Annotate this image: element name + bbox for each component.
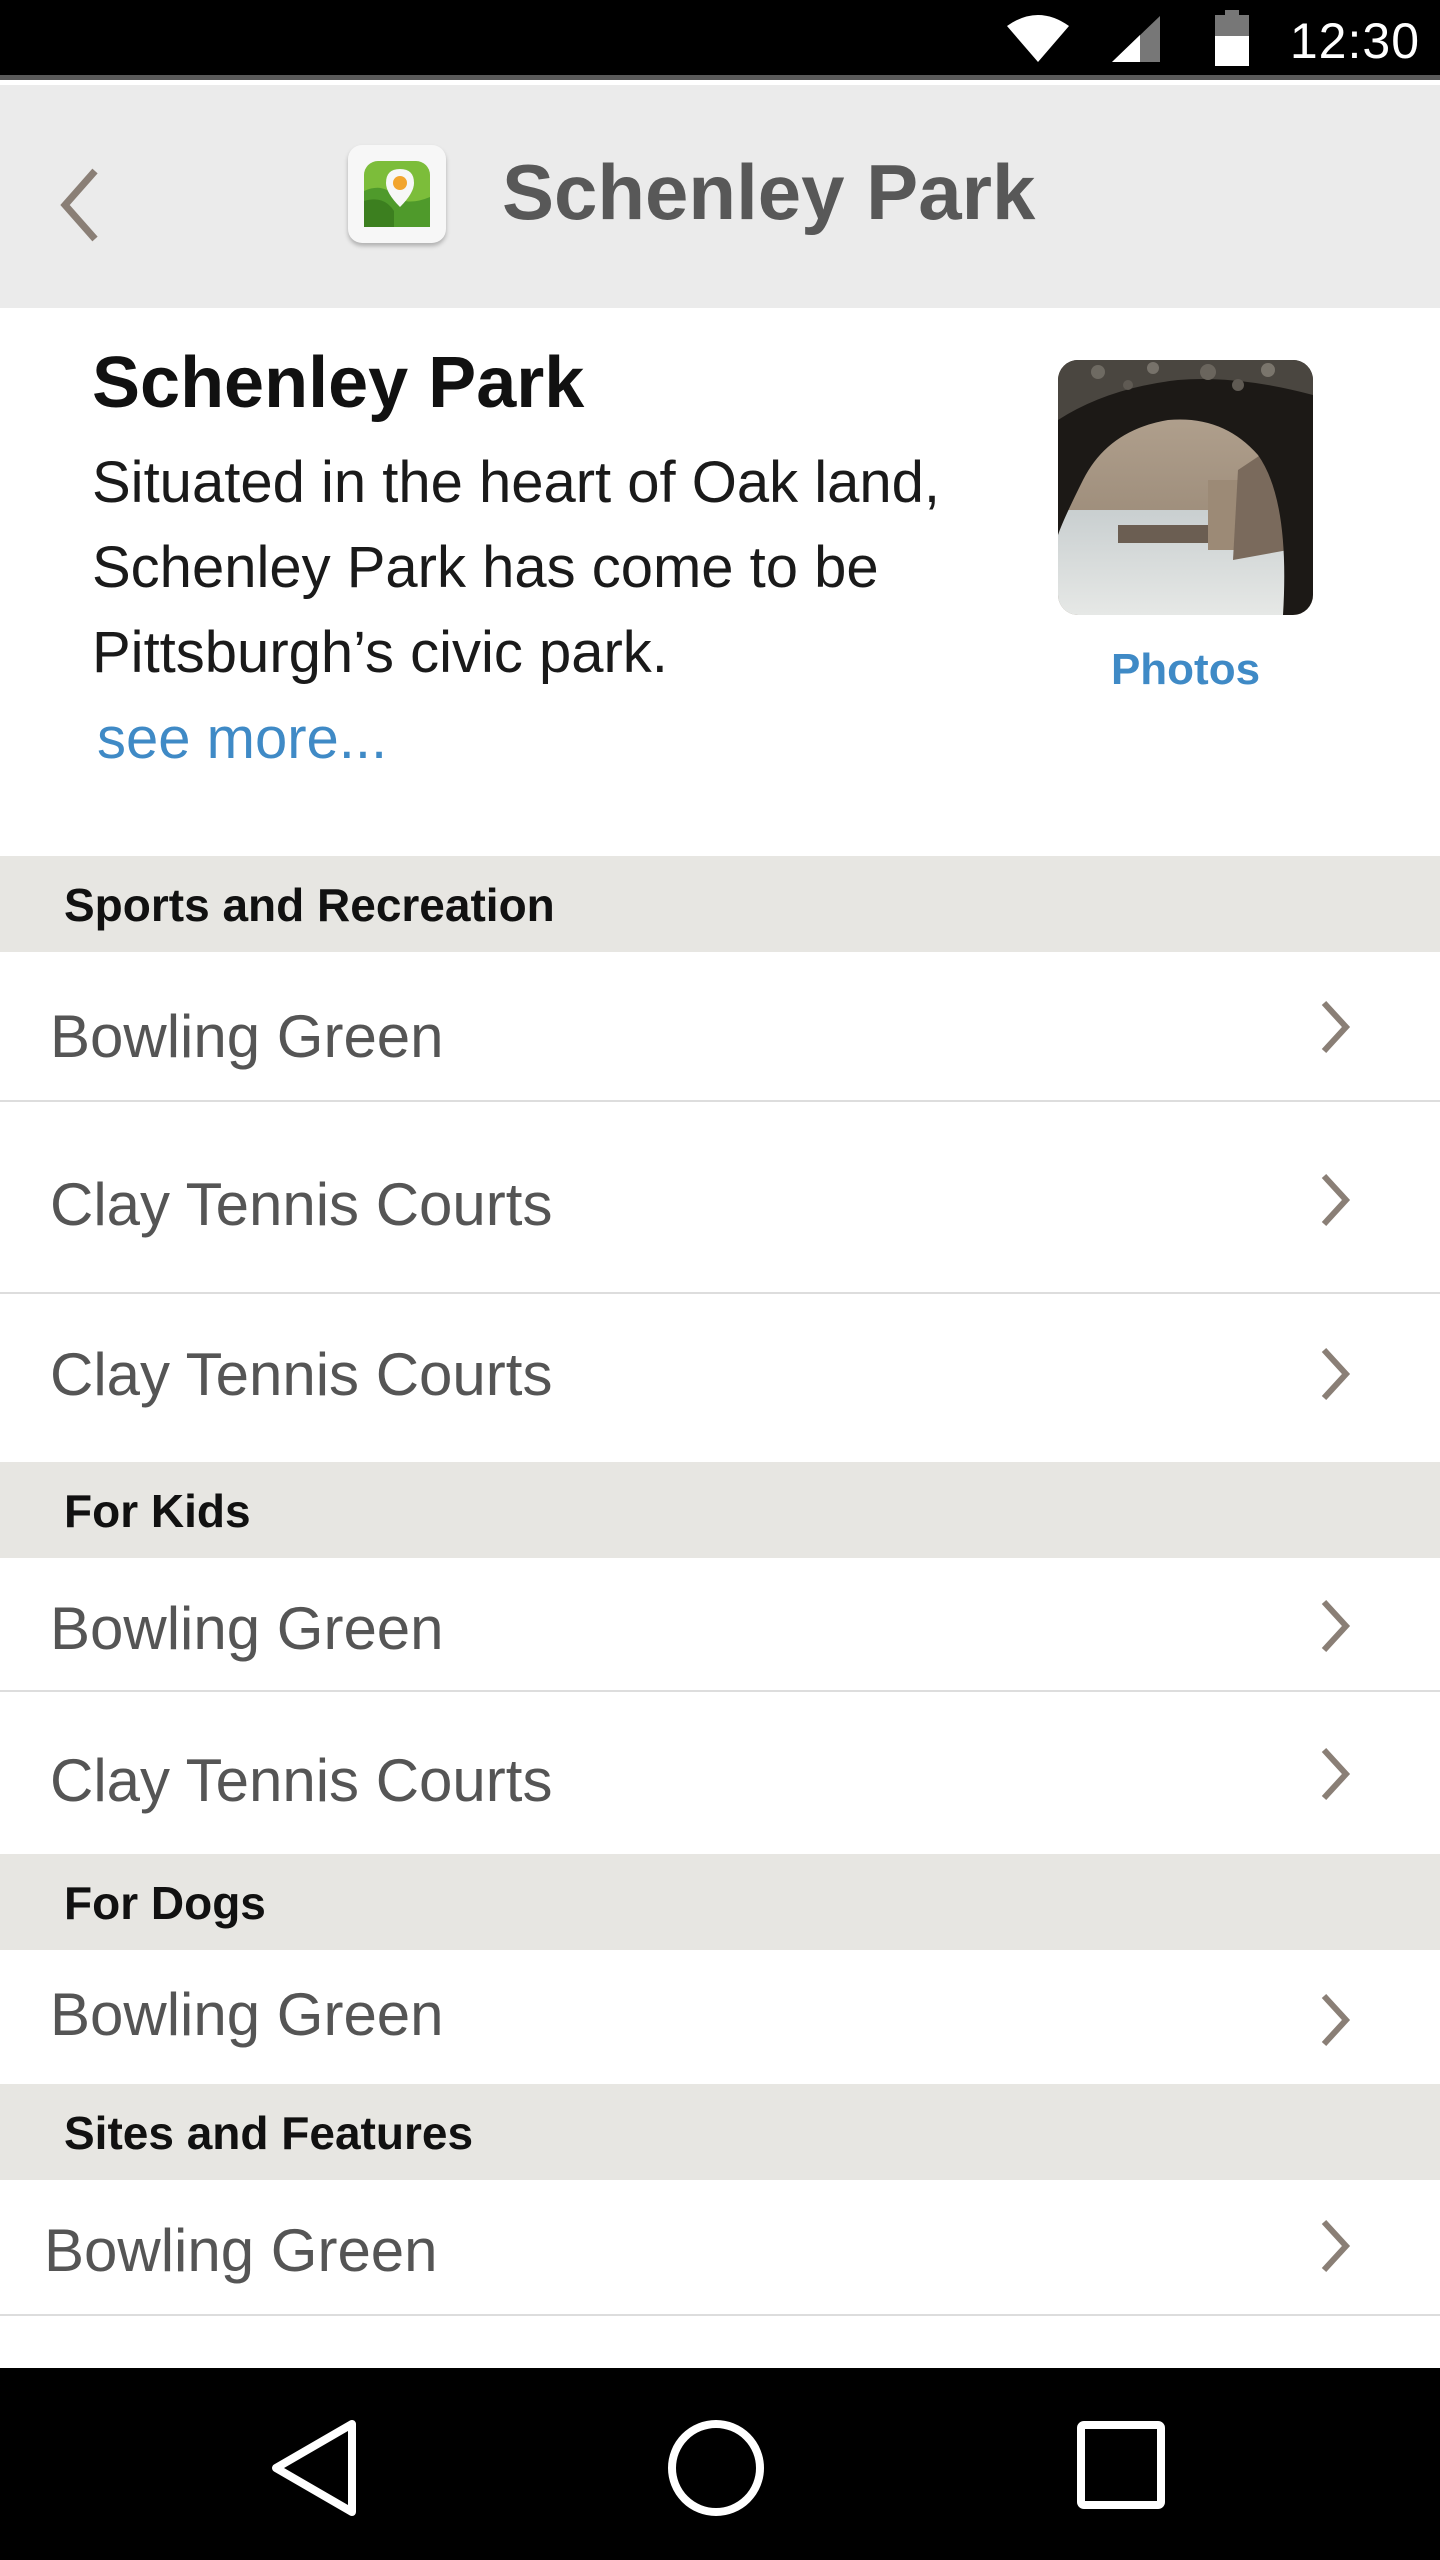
- list-item[interactable]: Clay Tennis Courts: [0, 1294, 1440, 1462]
- section-header-label: Sites and Features: [64, 2107, 474, 2159]
- list-item-label: Bowling Green: [44, 2217, 438, 2284]
- clock-time: 12:30: [1289, 13, 1420, 69]
- list-item-label: Clay Tennis Courts: [50, 1747, 553, 1814]
- park-logo-icon: [348, 145, 446, 243]
- section-header-sites-and-features: Sites and Features: [0, 2084, 1440, 2180]
- see-more-link[interactable]: see more...: [97, 705, 387, 772]
- list-item[interactable]: Bowling Green: [0, 2180, 1440, 2316]
- chevron-right-icon: [1321, 1993, 1351, 2047]
- signal-icon: [1112, 16, 1160, 62]
- section-header-sports-and-recreation: Sports and Recreation: [0, 856, 1440, 952]
- chevron-right-icon: [1321, 1000, 1351, 1054]
- wifi-icon: [1007, 15, 1069, 62]
- park-photo-thumbnail[interactable]: [1058, 360, 1313, 615]
- list-item[interactable]: Bowling Green: [0, 952, 1440, 1102]
- section-header-for-kids: For Kids: [0, 1462, 1440, 1558]
- section-header-label: For Kids: [64, 1485, 251, 1537]
- section-header-label: For Dogs: [64, 1877, 266, 1929]
- recents-square-icon[interactable]: [1076, 2420, 1166, 2510]
- section-header-label: Sports and Recreation: [64, 879, 555, 931]
- list-item[interactable]: Clay Tennis Courts: [0, 1692, 1440, 1854]
- chevron-right-icon: [1321, 1173, 1351, 1227]
- back-triangle-icon[interactable]: [268, 2418, 360, 2518]
- chevron-right-icon: [1321, 2219, 1351, 2273]
- list-item-label: Bowling Green: [50, 1595, 444, 1662]
- list-item-label: Bowling Green: [50, 1003, 444, 1070]
- park-description: Situated in the heart of Oak land, Schen…: [92, 450, 940, 685]
- list-item[interactable]: Clay Tennis Courts: [0, 1102, 1440, 1294]
- chevron-right-icon: [1321, 1599, 1351, 1653]
- list-item[interactable]: Bowling Green: [0, 1950, 1440, 2084]
- chevron-right-icon: [1321, 1347, 1351, 1401]
- list-item-label: Clay Tennis Courts: [50, 1171, 553, 1238]
- park-title: Schenley Park: [92, 343, 585, 423]
- status-bar: 12:30: [0, 0, 1440, 80]
- home-circle-icon[interactable]: [666, 2418, 766, 2518]
- system-nav-bar: [0, 2368, 1440, 2560]
- list-item-label: Clay Tennis Courts: [50, 1341, 553, 1408]
- list-item[interactable]: Bowling Green: [0, 1558, 1440, 1692]
- photos-link[interactable]: Photos: [1058, 645, 1313, 695]
- section-header-for-dogs: For Dogs: [0, 1854, 1440, 1950]
- app-bar: Schenley Park: [0, 85, 1440, 308]
- chevron-right-icon: [1321, 1747, 1351, 1801]
- chevron-left-icon[interactable]: [55, 165, 105, 245]
- list-item-label: Bowling Green: [50, 1981, 444, 2048]
- battery-icon: [1215, 10, 1249, 66]
- app-title: Schenley Park: [502, 148, 1036, 236]
